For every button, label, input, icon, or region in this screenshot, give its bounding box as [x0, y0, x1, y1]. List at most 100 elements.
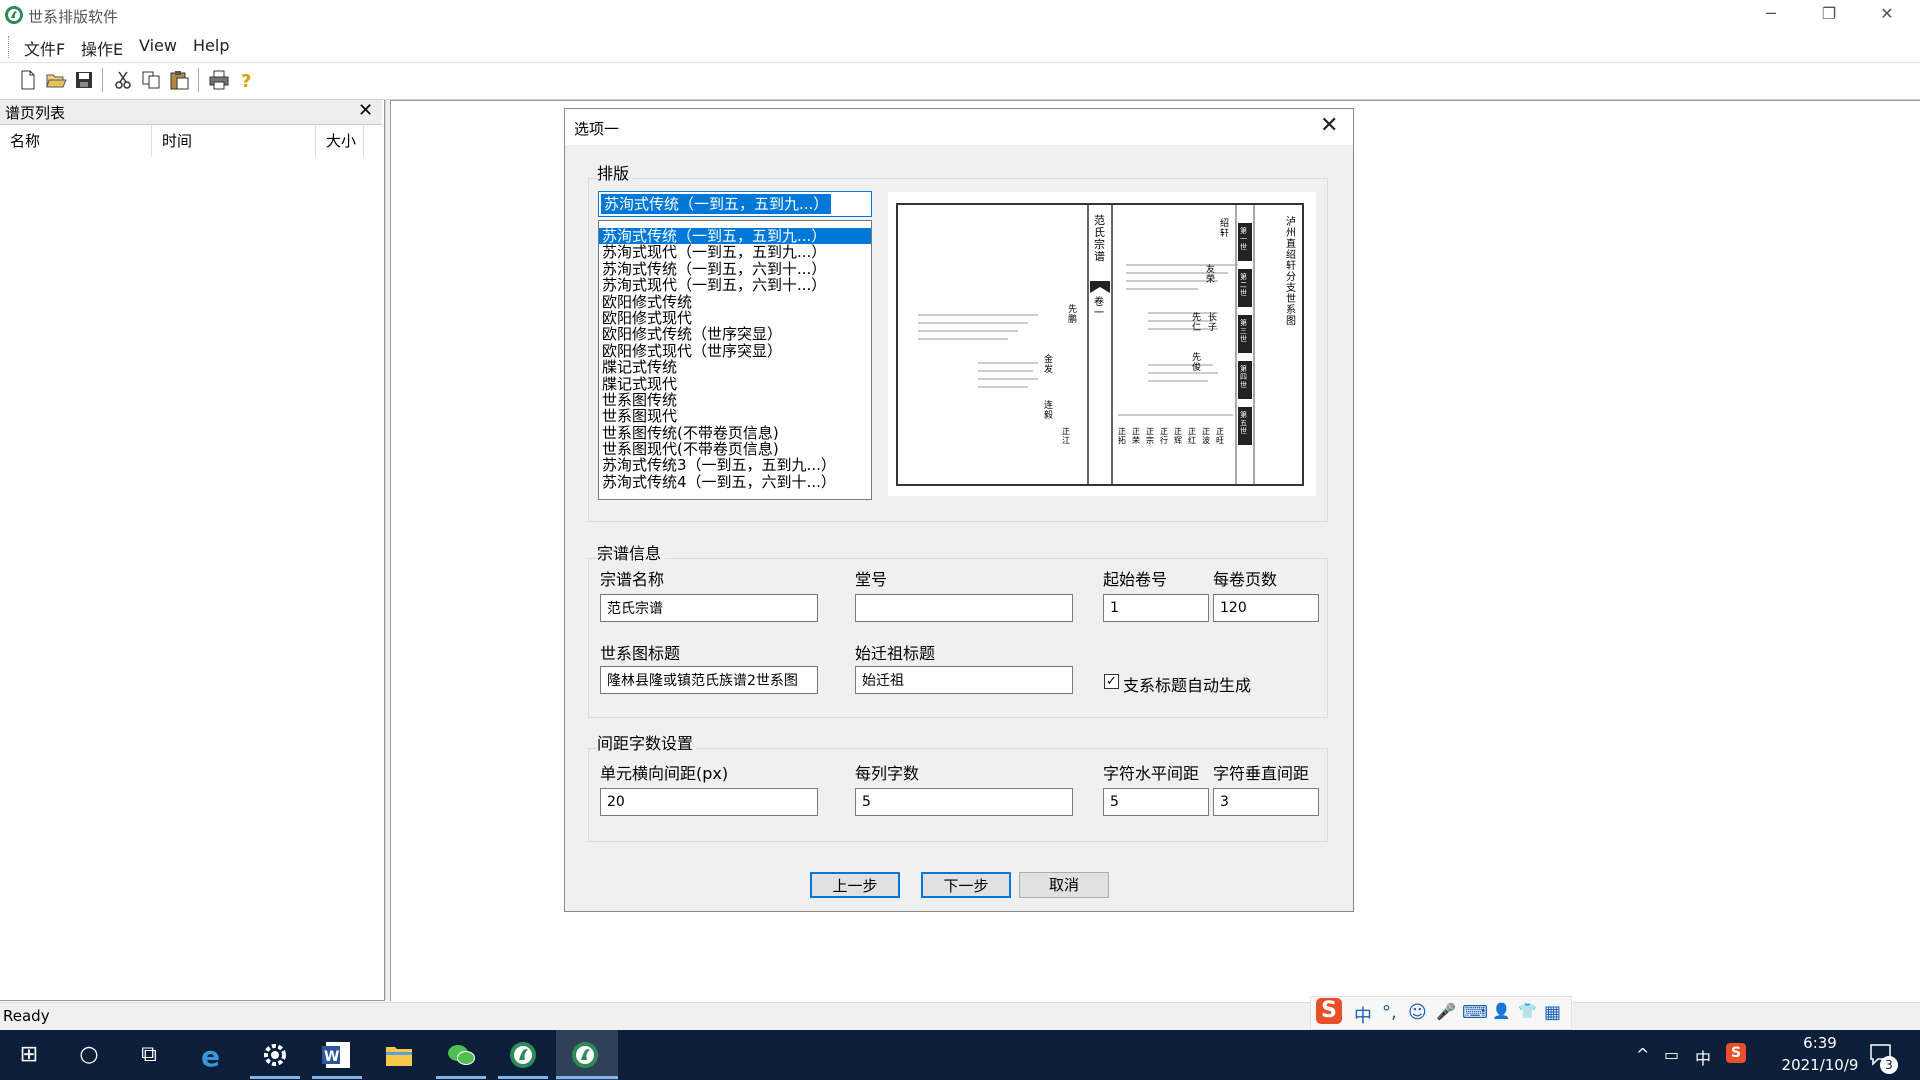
input-language-icon[interactable]: 中: [1695, 1045, 1711, 1069]
layout-combo-value[interactable]: 苏洵式传统（一到五，五到九...）: [601, 194, 832, 214]
list-item[interactable]: 苏洵式现代（一到五，六到十...）: [599, 277, 871, 294]
page-list-title: 谱页列表: [5, 104, 66, 122]
battery-icon[interactable]: ▭: [1664, 1045, 1679, 1064]
wechat-icon[interactable]: [444, 1039, 478, 1071]
clock-time[interactable]: 6:39: [1795, 1034, 1845, 1052]
ime-tools-icon[interactable]: ▦: [1544, 1002, 1561, 1023]
tree-title-label: 世系图标题: [600, 644, 681, 663]
search-icon[interactable]: ○: [72, 1039, 106, 1071]
word-app-icon[interactable]: W: [320, 1039, 354, 1071]
list-item[interactable]: 苏洵式现代（一到五，五到九...）: [599, 244, 871, 261]
list-item[interactable]: 苏洵式传统（一到五，五到九...）: [599, 228, 871, 244]
list-item[interactable]: 苏洵式传统（一到五，六到十...）: [599, 260, 871, 277]
preview-name: 绍轩: [1220, 219, 1230, 239]
close-window-button[interactable]: ✕: [1858, 0, 1916, 30]
char-v-spacing-input[interactable]: [1213, 788, 1319, 816]
cancel-button[interactable]: 取消: [1019, 872, 1109, 898]
preview-right-title: 泸州直绍轩分支世系图: [1286, 217, 1296, 327]
pages-per-volume-input[interactable]: [1213, 594, 1319, 622]
menu-file[interactable]: 文件F: [24, 36, 65, 60]
copy-icon[interactable]: [140, 69, 162, 91]
preview-name: 正旺: [1216, 427, 1224, 445]
list-item[interactable]: 欧阳修式传统（世序突显）: [599, 326, 871, 343]
ime-punctuation-icon[interactable]: °,: [1382, 1002, 1397, 1023]
window-title: 世系排版软件: [28, 8, 119, 26]
restore-button[interactable]: ❐: [1800, 0, 1858, 30]
ime-emoji-icon[interactable]: ☺: [1408, 1002, 1427, 1023]
ime-voice-icon[interactable]: 🎤: [1436, 1002, 1456, 1021]
paste-icon[interactable]: [168, 69, 190, 91]
ime-language-icon[interactable]: 中: [1354, 1002, 1372, 1028]
chars-per-column-label: 每列字数: [855, 764, 920, 783]
toolbar-separator: [102, 68, 103, 92]
file-explorer-icon[interactable]: [382, 1039, 416, 1071]
next-step-button[interactable]: 下一步: [921, 872, 1011, 898]
char-h-spacing-input[interactable]: [1103, 788, 1209, 816]
cell-spacing-input[interactable]: [600, 788, 818, 816]
genealogy-app-icon[interactable]: [506, 1039, 540, 1071]
minimize-button[interactable]: ─: [1742, 0, 1800, 30]
save-icon[interactable]: [73, 69, 95, 91]
settings-running-indicator: [250, 1076, 300, 1079]
pages-per-volume-label: 每卷页数: [1213, 570, 1278, 589]
close-pane-icon[interactable]: ✕: [358, 100, 373, 121]
chars-per-column-input[interactable]: [855, 788, 1073, 816]
preview-name: 正荣: [1132, 427, 1140, 445]
start-icon[interactable]: ⊞: [12, 1039, 46, 1071]
preview-gen-label: 第二世: [1240, 273, 1247, 297]
dialog-close-icon[interactable]: ✕: [1320, 113, 1338, 138]
tree-title-input[interactable]: [600, 666, 818, 694]
preview-spine-title: 范氏宗谱: [1094, 214, 1105, 263]
list-item[interactable]: 世系图现代(不带卷页信息): [599, 441, 871, 458]
menu-view[interactable]: View: [139, 36, 177, 55]
list-item[interactable]: 欧阳修式现代: [599, 310, 871, 327]
open-folder-icon[interactable]: [45, 69, 67, 91]
wechat-running-indicator: [436, 1076, 486, 1079]
help-icon[interactable]: ?: [236, 69, 258, 91]
menu-help[interactable]: Help: [193, 36, 229, 55]
task-view-icon[interactable]: ⧉: [132, 1039, 166, 1071]
ime-keyboard-icon[interactable]: ⌨: [1462, 1002, 1488, 1023]
ancestor-title-input[interactable]: [855, 666, 1073, 694]
hall-name-input[interactable]: [855, 594, 1073, 622]
list-item[interactable]: 世系图传统(不带卷页信息): [599, 424, 871, 441]
list-item[interactable]: 世系图现代: [599, 408, 871, 425]
clock-date[interactable]: 2021/10/9: [1765, 1056, 1875, 1074]
column-header-name[interactable]: 名称: [0, 125, 152, 157]
genealogy-running-indicator: [498, 1076, 548, 1079]
list-item[interactable]: 牒记式现代: [599, 375, 871, 392]
list-item[interactable]: 苏洵式传统3（一到五，五到九...）: [599, 457, 871, 474]
genealogy-app-active-icon[interactable]: [568, 1039, 602, 1071]
tray-expand-icon[interactable]: ^: [1636, 1045, 1649, 1064]
genealogy-name-input[interactable]: [600, 594, 818, 622]
svg-text:e: e: [201, 1040, 220, 1071]
layout-list[interactable]: 苏洵式传统（一到五，五到九...） 苏洵式现代（一到五，五到九...） 苏洵式传…: [598, 220, 872, 500]
preview-name: 正拓: [1118, 427, 1126, 445]
column-header-size[interactable]: 大小: [316, 125, 364, 157]
list-item[interactable]: 世系图传统: [599, 392, 871, 409]
print-icon[interactable]: [208, 69, 230, 91]
new-file-icon[interactable]: [17, 69, 39, 91]
start-volume-input[interactable]: [1103, 594, 1209, 622]
cut-icon[interactable]: [112, 69, 134, 91]
menu-operate[interactable]: 操作E: [81, 36, 123, 60]
preview-name: 正辉: [1174, 427, 1182, 445]
sogou-logo-icon[interactable]: S: [1316, 998, 1342, 1024]
preview-name: 金发: [1044, 355, 1054, 375]
settings-gear-icon[interactable]: [258, 1039, 292, 1071]
ime-skin-icon[interactable]: 👕: [1518, 1002, 1537, 1020]
sogou-tray-icon[interactable]: S: [1726, 1043, 1746, 1063]
ime-user-icon[interactable]: 👤: [1492, 1002, 1511, 1020]
list-item[interactable]: 牒记式传统: [599, 359, 871, 376]
list-item[interactable]: 欧阳修式现代（世序突显）: [599, 342, 871, 359]
auto-title-label[interactable]: 支系标题自动生成: [1123, 672, 1251, 696]
column-header-time[interactable]: 时间: [152, 125, 316, 157]
prev-step-button[interactable]: 上一步: [810, 872, 900, 898]
hall-name-label: 堂号: [855, 570, 888, 589]
edge-browser-icon[interactable]: e: [196, 1039, 230, 1071]
svg-text:?: ?: [241, 71, 251, 91]
auto-title-checkbox[interactable]: ✓: [1104, 674, 1119, 689]
list-item[interactable]: 苏洵式传统4（一到五，六到十...）: [599, 473, 871, 490]
list-item[interactable]: 欧阳修式传统: [599, 293, 871, 310]
menu-bar: [0, 30, 1920, 63]
